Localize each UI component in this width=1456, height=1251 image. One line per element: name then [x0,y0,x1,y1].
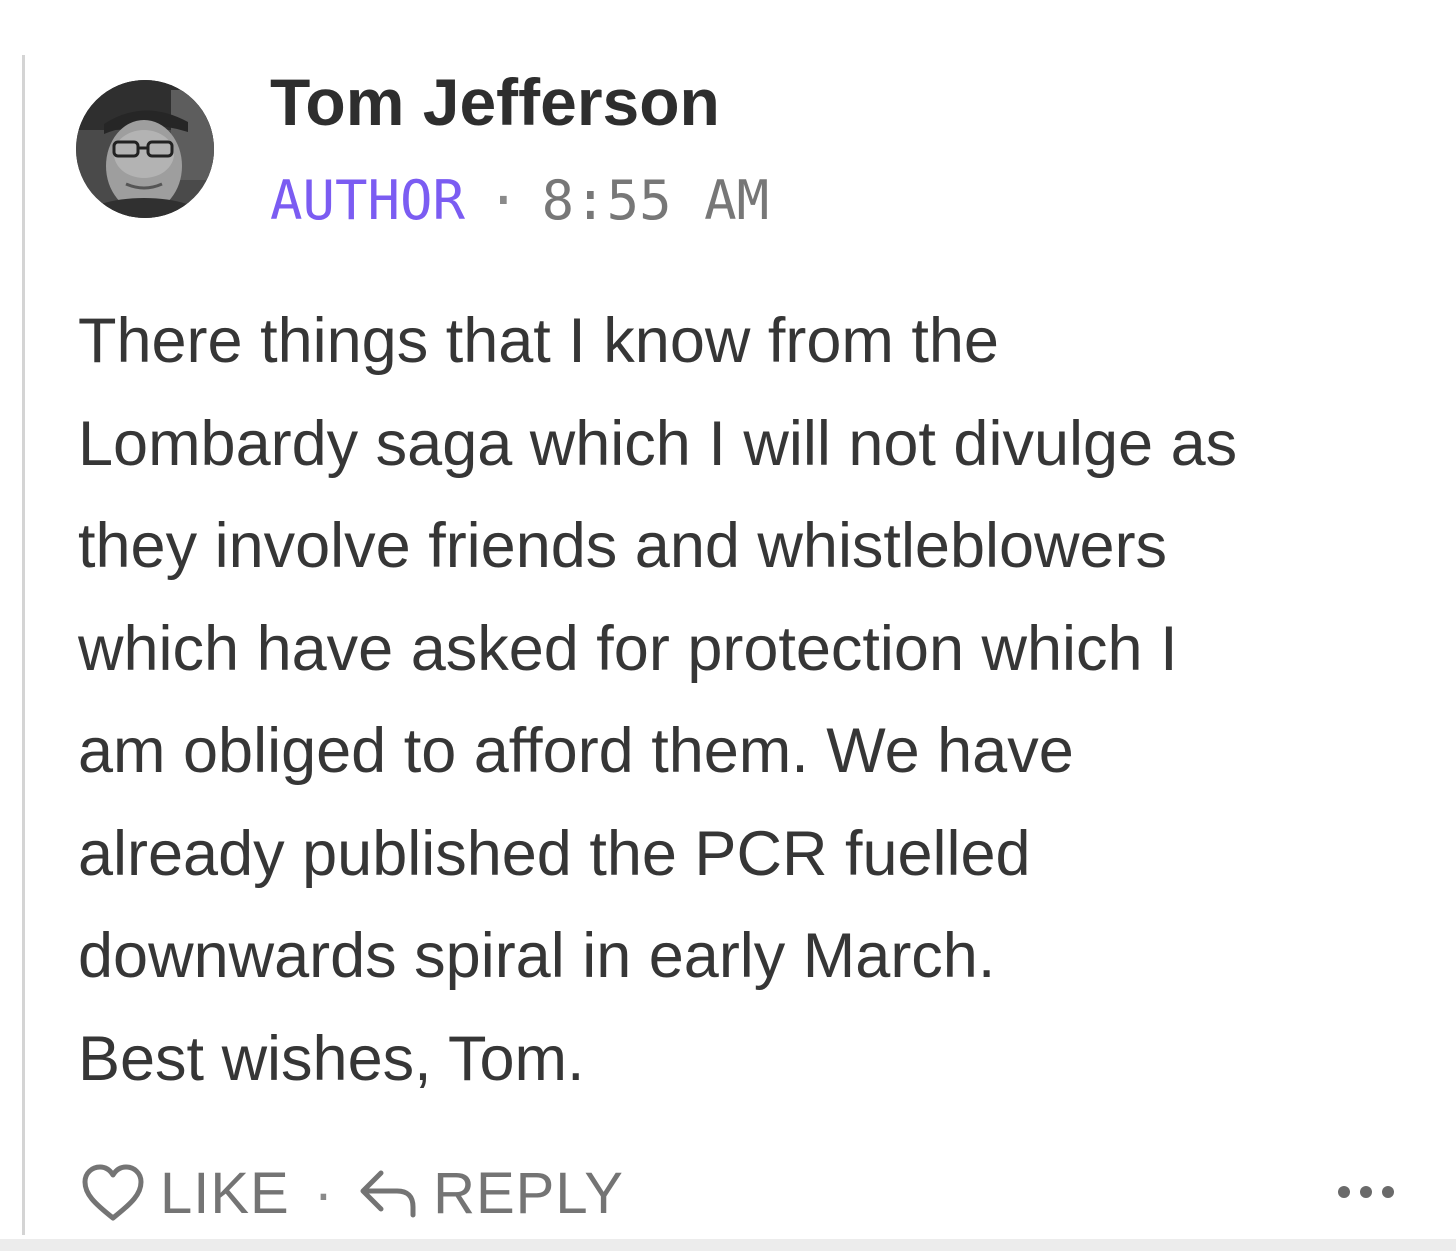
avatar[interactable] [76,80,214,218]
heart-icon [80,1163,146,1223]
author-badge: AUTHOR [270,169,466,232]
more-dots-icon [1338,1186,1394,1198]
like-label: LIKE [160,1160,290,1226]
reply-button[interactable]: REPLY [357,1160,624,1227]
meta-separator: · [487,169,520,232]
thread-line [22,55,25,1235]
comment-text-line: they involve friends and whistleblowers [78,511,1168,581]
comment-timestamp[interactable]: 8:55 AM [542,169,770,232]
comment-text-line: downwards spiral in early March. [78,921,996,991]
comment-text-line: which have asked for protection which I [78,613,1178,684]
comment-body: There things that I know from the Lombar… [78,290,1450,1110]
comment-meta: AUTHOR · 8:55 AM [270,168,769,234]
author-name[interactable]: Tom Jefferson [270,60,720,144]
action-separator: · [313,1160,334,1226]
comment-text-line: already published the PCR fuelled [78,818,1031,889]
comment-card: Tom Jefferson AUTHOR · 8:55 AM There thing… [0,0,1456,1251]
reply-label: REPLY [433,1160,624,1226]
reply-arrow-icon [357,1165,419,1221]
comment-text-line: Lombardy saga which I will not divulge a… [78,408,1238,479]
profile-photo-icon [76,80,214,218]
comment-text-line: am obliged to afford them. We have [78,716,1074,786]
bottom-divider [0,1239,1456,1251]
comment-text-line: There things that I know from the [78,306,999,376]
like-button[interactable]: LIKE [80,1160,290,1227]
comment-actions: LIKE · REPLY [80,1158,624,1228]
comment-text-line: Best wishes, Tom. [78,1023,585,1094]
more-options-button[interactable] [1334,1172,1398,1212]
